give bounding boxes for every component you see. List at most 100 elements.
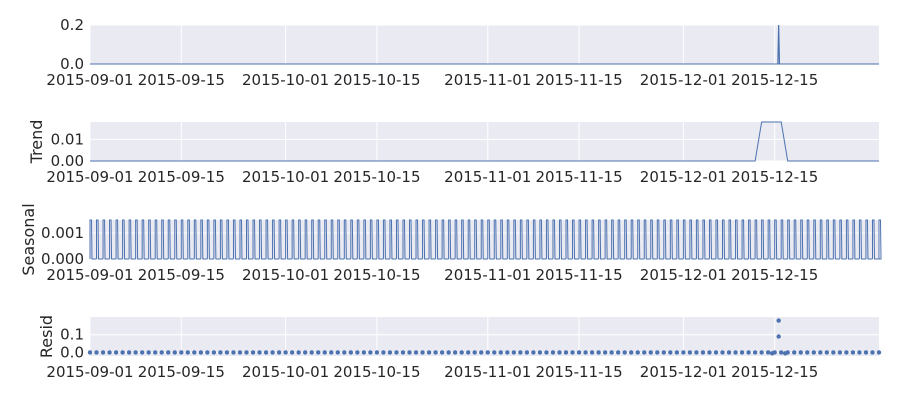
resid-point bbox=[635, 350, 640, 355]
seasonal-x-tick-label: 2015-09-01 bbox=[46, 266, 133, 284]
resid-point bbox=[583, 350, 588, 355]
resid-panel: 0.00.12015-09-01 2015-09-15 2015-10-01 2015… bbox=[37, 315, 882, 381]
resid-point bbox=[863, 350, 869, 355]
resid-outlier-point bbox=[782, 351, 788, 356]
resid-point bbox=[655, 350, 660, 355]
resid-point bbox=[439, 350, 445, 355]
resid-point bbox=[172, 350, 177, 355]
resid-point bbox=[283, 350, 288, 355]
resid-point bbox=[133, 350, 138, 355]
resid-point bbox=[681, 350, 686, 355]
resid-point bbox=[361, 350, 367, 355]
resid-point bbox=[550, 350, 556, 355]
trend-x-tick-label: 2015-11-15 bbox=[535, 168, 622, 186]
resid-point bbox=[368, 350, 373, 355]
resid-point bbox=[563, 350, 569, 355]
resid-point bbox=[648, 350, 653, 355]
resid-point bbox=[537, 350, 543, 355]
resid-point bbox=[844, 350, 849, 355]
resid-point bbox=[276, 350, 282, 355]
trend-x-tick-label: 2015-09-01 bbox=[46, 168, 133, 186]
resid-point bbox=[146, 350, 151, 355]
resid-point bbox=[355, 350, 360, 355]
resid-point bbox=[257, 350, 262, 355]
resid-point bbox=[739, 350, 745, 355]
seasonal-decomposition-figure: 0.00.22015-09-01 2015-09-15 2015-10-01 2015… bbox=[19, 16, 882, 381]
resid-point bbox=[329, 350, 334, 355]
resid-point bbox=[752, 350, 758, 355]
resid-point bbox=[609, 350, 614, 355]
resid-point bbox=[700, 350, 706, 355]
resid-x-tick-label: 2015-09-15 bbox=[138, 363, 225, 381]
resid-point bbox=[107, 350, 112, 355]
resid-point bbox=[120, 350, 125, 355]
resid-point bbox=[465, 350, 471, 355]
resid-point bbox=[270, 350, 275, 355]
seasonal-x-tick-label: 2015-12-15 bbox=[731, 266, 818, 284]
resid-point bbox=[459, 350, 464, 355]
resid-point bbox=[498, 350, 504, 355]
resid-x-tick-label: 2015-10-15 bbox=[333, 363, 420, 381]
observed-plot-area bbox=[90, 25, 879, 64]
observed-x-tick-label: 2015-10-15 bbox=[333, 71, 420, 89]
resid-point bbox=[870, 350, 875, 355]
resid-outlier-point bbox=[776, 334, 781, 339]
resid-point bbox=[179, 350, 184, 355]
resid-point bbox=[263, 350, 269, 355]
resid-point bbox=[374, 350, 380, 355]
observed-x-tick-label: 2015-12-15 bbox=[731, 71, 818, 89]
resid-x-tick-label: 2015-10-01 bbox=[242, 363, 329, 381]
resid-point bbox=[531, 350, 536, 355]
resid-point bbox=[244, 350, 249, 355]
resid-point bbox=[224, 350, 230, 355]
observed-x-tick-label: 2015-09-15 bbox=[138, 71, 225, 89]
resid-point bbox=[733, 350, 738, 355]
trend-x-tick-label: 2015-12-15 bbox=[731, 168, 818, 186]
resid-y-tick-label: 0.0 bbox=[60, 343, 84, 361]
resid-point bbox=[211, 350, 217, 355]
resid-point bbox=[694, 350, 699, 355]
seasonal-x-tick-label: 2015-09-15 bbox=[138, 266, 225, 284]
resid-point bbox=[629, 350, 634, 355]
resid-point bbox=[87, 350, 93, 355]
resid-point bbox=[420, 350, 425, 355]
resid-point bbox=[746, 350, 751, 355]
resid-point bbox=[824, 350, 830, 355]
seasonal-x-tick-label: 2015-10-01 bbox=[242, 266, 329, 284]
resid-point bbox=[818, 350, 823, 355]
resid-point bbox=[94, 350, 99, 355]
resid-point bbox=[407, 350, 412, 355]
resid-point bbox=[492, 350, 497, 355]
resid-outlier-point bbox=[769, 351, 775, 356]
resid-point bbox=[322, 350, 327, 355]
observed-panel: 0.00.22015-09-01 2015-09-15 2015-10-01 2015… bbox=[46, 16, 879, 89]
resid-point bbox=[713, 350, 719, 355]
resid-point bbox=[805, 350, 810, 355]
resid-point bbox=[596, 350, 601, 355]
resid-x-tick-label: 2015-12-15 bbox=[731, 363, 818, 381]
resid-point bbox=[185, 350, 191, 355]
resid-point bbox=[622, 350, 627, 355]
resid-point bbox=[857, 350, 862, 355]
resid-y-tick-label: 0.1 bbox=[60, 326, 84, 344]
resid-point bbox=[544, 350, 549, 355]
observed-x-tick-label: 2015-09-01 bbox=[46, 71, 133, 89]
resid-point bbox=[557, 350, 562, 355]
resid-point bbox=[759, 350, 764, 355]
resid-point bbox=[831, 350, 836, 355]
resid-point bbox=[798, 350, 803, 355]
resid-point bbox=[687, 350, 693, 355]
resid-point bbox=[726, 350, 732, 355]
resid-point bbox=[289, 350, 295, 355]
observed-x-tick-label: 2015-11-15 bbox=[535, 71, 622, 89]
resid-point bbox=[250, 350, 256, 355]
resid-point bbox=[452, 350, 458, 355]
resid-point bbox=[100, 350, 106, 355]
resid-point bbox=[511, 350, 517, 355]
resid-point bbox=[433, 350, 438, 355]
trend-x-tick-label: 2015-10-01 bbox=[242, 168, 329, 186]
resid-point bbox=[387, 350, 393, 355]
trend-x-tick-label: 2015-10-15 bbox=[333, 168, 420, 186]
resid-point bbox=[850, 350, 856, 355]
resid-point bbox=[811, 350, 816, 355]
